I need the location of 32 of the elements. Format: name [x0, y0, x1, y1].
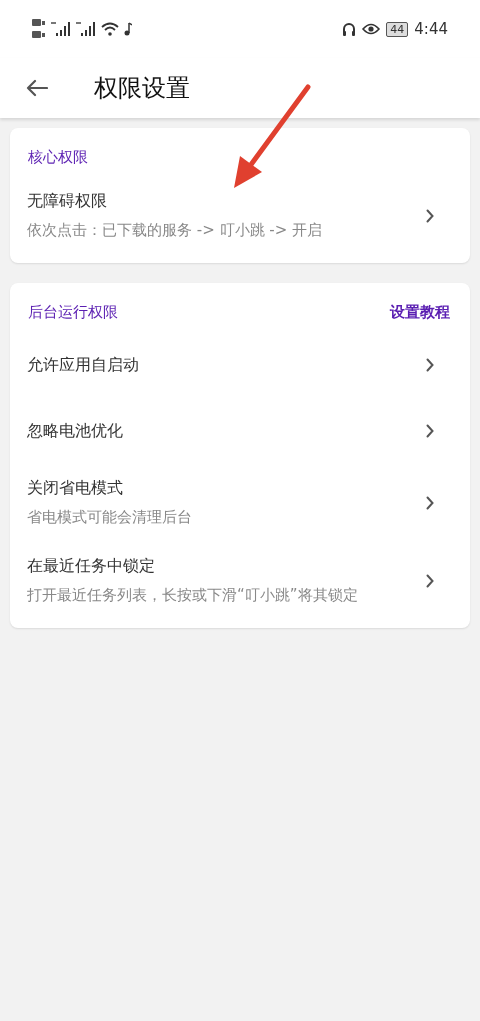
settings-item[interactable]: 忽略电池优化	[10, 398, 470, 464]
chevron-right-icon	[426, 424, 434, 438]
item-subtitle: 省电模式可能会清理后台	[27, 507, 192, 528]
status-time: 4:44	[414, 20, 448, 38]
chevron-right-icon	[426, 496, 434, 510]
signal-icon	[51, 21, 71, 37]
tutorial-link[interactable]: 设置教程	[390, 303, 450, 322]
headphones-icon	[342, 22, 357, 36]
settings-item[interactable]: 关闭省电模式 省电模式可能会清理后台	[10, 464, 470, 542]
back-arrow-icon	[26, 79, 48, 97]
music-note-icon	[124, 22, 132, 36]
sim-card-icon	[32, 18, 46, 40]
item-subtitle: 打开最近任务列表，长按或下滑“叮小跳”将其锁定	[27, 585, 358, 606]
item-title: 关闭省电模式	[27, 478, 124, 499]
chevron-right-icon	[426, 209, 434, 223]
item-title: 忽略电池优化	[27, 420, 123, 442]
screen-title: 权限设置	[94, 73, 190, 104]
item-title: 在最近任务中锁定	[27, 556, 156, 577]
section-title: 后台运行权限	[28, 303, 118, 322]
section-title: 核心权限	[28, 148, 88, 167]
item-title: 无障碍权限	[27, 191, 108, 212]
wifi-icon	[101, 22, 119, 36]
settings-item[interactable]: 在最近任务中锁定 打开最近任务列表，长按或下滑“叮小跳”将其锁定	[10, 542, 470, 620]
chevron-right-icon	[426, 574, 434, 588]
signal-icon	[76, 21, 96, 37]
chevron-right-icon	[426, 358, 434, 372]
battery-indicator: 44	[386, 21, 409, 37]
item-title: 允许应用自启动	[27, 354, 139, 376]
item-subtitle: 依次点击：已下载的服务 -> 叮小跳 -> 开启	[27, 220, 323, 241]
settings-item[interactable]: 允许应用自启动	[10, 332, 470, 398]
settings-item[interactable]: 无障碍权限 依次点击：已下载的服务 -> 叮小跳 -> 开启	[10, 177, 470, 255]
eye-icon	[362, 23, 381, 35]
